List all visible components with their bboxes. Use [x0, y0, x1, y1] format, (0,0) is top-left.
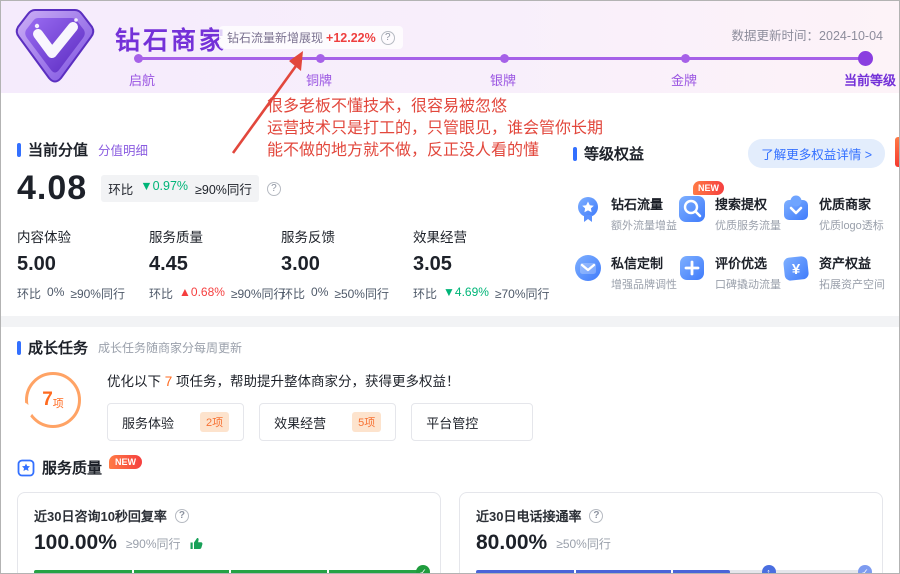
service-quality-section: 服务质量 NEW 近30日咨询10秒回复率 ? 100.00% ≥90%同行: [1, 441, 899, 574]
section-bar-icon: [17, 341, 21, 355]
reply-rate-value: 100.00%: [34, 531, 117, 555]
reply-rate-progress-bar: ✓: [34, 570, 424, 574]
annotation-line: 运营技术只是打工的，只管眼见，谁会管你长期: [267, 118, 603, 140]
level-label: 金牌: [671, 70, 697, 89]
level-dot: [134, 54, 143, 63]
tasks-section-header: 成长任务 成长任务随商家分每周更新: [17, 337, 883, 358]
traffic-growth-label: 钻石流量新增展现: [227, 29, 323, 46]
traffic-growth-badge: 钻石流量新增展现 +12.22% ?: [219, 26, 403, 49]
asset-icon: ¥: [781, 253, 811, 283]
benefit-quality-shop[interactable]: 优质商家优质logo透标: [781, 194, 885, 233]
metric-service-quality: 服务质量 4.45 环比▲0.68%≥90%同行: [149, 226, 281, 302]
call-rate-value: 80.00%: [476, 531, 547, 555]
quality-shop-icon: [781, 194, 811, 224]
tasks-description: 优化以下 7 项任务，帮助提升整体商家分，获得更多权益！: [107, 370, 533, 390]
level-dot: [681, 54, 690, 63]
task-count-ring: 7 项: [25, 372, 81, 428]
section-divider: [1, 316, 899, 327]
progress-fill: [476, 570, 730, 574]
new-badge: NEW: [693, 181, 724, 195]
score-compare-badge: 环比 ▼0.97% ≥90%同行: [101, 175, 259, 202]
score-detail-link[interactable]: 分值明细: [98, 140, 148, 159]
annotation-line: 很多老板不懂技术，很容易被忽悠: [267, 96, 603, 118]
red-arrow-icon: [221, 47, 316, 162]
current-score-panel: 当前分值 分值明细 4.08 环比 ▼0.97% ≥90%同行 ? 内容体验 5…: [17, 139, 547, 302]
current-level-label: 当前等级: [844, 70, 896, 89]
help-icon[interactable]: ?: [267, 182, 281, 196]
tasks-section-subtitle: 成长任务随商家分每周更新: [98, 339, 242, 356]
growth-tasks-section: 成长任务 成长任务随商家分每周更新 7 项 优化以下 7 项任务，帮助提升整体商…: [1, 327, 899, 441]
up-arrow-circle-icon: ↑: [762, 565, 776, 574]
review-icon: [677, 253, 707, 283]
score-section-title: 当前分值: [28, 139, 88, 160]
page-title: 钻石商家: [115, 21, 227, 57]
overall-score-value: 4.08: [17, 169, 87, 208]
compare-label: 环比: [108, 179, 133, 198]
check-circle-icon: ✓: [858, 565, 872, 574]
benefits-grid: 钻石流量额外流量增益 NEW 搜索提权优质服务流量 优质商家优质logo透标 私…: [573, 194, 885, 292]
compare-value-down: ▼0.97%: [140, 179, 188, 198]
level-dot: [316, 54, 325, 63]
reply-rate-title: 近30日咨询10秒回复率: [34, 506, 167, 525]
benefit-search-boost[interactable]: NEW 搜索提权优质服务流量: [677, 194, 781, 233]
search-boost-icon: [677, 194, 707, 224]
level-label: 银牌: [490, 70, 516, 89]
help-icon[interactable]: ?: [175, 509, 189, 523]
metric-effect-operation: 效果经营 3.05 环比▼4.69%≥70%同行: [413, 226, 545, 302]
benefits-panel: 等级权益 了解更多权益详情 > 钻石流量额外流量增益 NEW 搜索提权优质服务流…: [547, 139, 885, 302]
diamond-merchant-logo-icon: [13, 6, 97, 91]
data-update-time: 数据更新时间：2024-10-04: [732, 25, 883, 44]
benefit-private-message[interactable]: 私信定制增强品牌调性: [573, 253, 677, 292]
header-banner: 钻石商家 钻石流量新增展现 +12.22% ? 数据更新时间：2024-10-0…: [1, 1, 899, 93]
call-rate-title: 近30日电话接通率: [476, 506, 581, 525]
sub-metrics-row: 内容体验 5.00 环比0%≥90%同行 服务质量 4.45 环比▲0.68%≥…: [17, 226, 547, 302]
red-annotation-note: 很多老板不懂技术，很容易被忽悠 运营技术只是打工的，只管眼见，谁会管你长期 能不…: [267, 96, 603, 162]
thumbs-up-icon: [189, 536, 204, 551]
task-button-platform-control[interactable]: 平台管控: [411, 403, 533, 441]
level-label: 启航: [129, 70, 155, 89]
traffic-growth-value: +12.22%: [326, 31, 376, 45]
annotation-line: 能不做的地方就不做，反正没人看的懂: [267, 140, 603, 162]
benefit-review-select[interactable]: 评价优选口碑撬动流量: [677, 253, 781, 292]
task-count-badge: 2项: [200, 412, 229, 432]
peer-rank: ≥90%同行: [195, 179, 252, 198]
tasks-section-title: 成长任务: [28, 337, 88, 358]
help-icon[interactable]: ?: [381, 31, 395, 45]
call-rate-peer: ≥50%同行: [556, 535, 611, 552]
help-icon[interactable]: ?: [589, 509, 603, 523]
benefit-diamond-traffic[interactable]: 钻石流量额外流量增益: [573, 194, 677, 233]
level-dot: [500, 54, 509, 63]
floating-widget-sliver[interactable]: [895, 137, 899, 167]
call-rate-progress-bar: ↑ ✓: [476, 570, 866, 574]
check-circle-icon: ✓: [416, 565, 430, 574]
metric-content-experience: 内容体验 5.00 环比0%≥90%同行: [17, 226, 149, 302]
task-count-badge: 5项: [352, 412, 381, 432]
score-value-row: 4.08 环比 ▼0.97% ≥90%同行 ?: [17, 169, 547, 208]
benefit-asset-rights[interactable]: ¥ 资产权益拓展资产空间: [781, 253, 885, 292]
task-button-service-experience[interactable]: 服务体验 2项: [107, 403, 244, 441]
section-bar-icon: [17, 143, 21, 157]
quality-section-title: 服务质量: [42, 457, 102, 478]
task-button-effect-operation[interactable]: 效果经营 5项: [259, 403, 396, 441]
svg-text:¥: ¥: [792, 261, 801, 278]
merchant-dashboard-page: 钻石商家 钻石流量新增展现 +12.22% ? 数据更新时间：2024-10-0…: [0, 0, 900, 574]
metric-service-feedback: 服务反馈 3.00 环比0%≥50%同行: [281, 226, 413, 302]
more-benefits-button[interactable]: 了解更多权益详情 >: [748, 139, 885, 168]
reply-rate-peer: ≥90%同行: [126, 535, 181, 552]
quality-section-icon: [17, 459, 35, 477]
medal-icon: [573, 194, 603, 224]
current-level-dot: [858, 51, 873, 66]
message-icon: [573, 253, 603, 283]
new-badge: NEW: [109, 455, 142, 469]
call-rate-card: 近30日电话接通率 ? 80.00% ≥50%同行 ↑ ✓ 0%: [459, 492, 883, 574]
reply-rate-card: 近30日咨询10秒回复率 ? 100.00% ≥90%同行 ✓ 0%: [17, 492, 441, 574]
